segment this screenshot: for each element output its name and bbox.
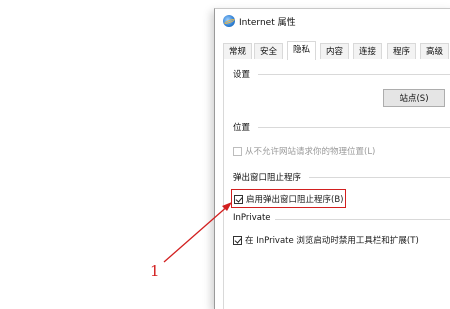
- annotation-number: 1: [150, 262, 160, 280]
- tab-privacy[interactable]: 隐私: [287, 41, 317, 60]
- annotation-arrow: [163, 202, 232, 263]
- annotation-arrow-shaft: [163, 204, 230, 263]
